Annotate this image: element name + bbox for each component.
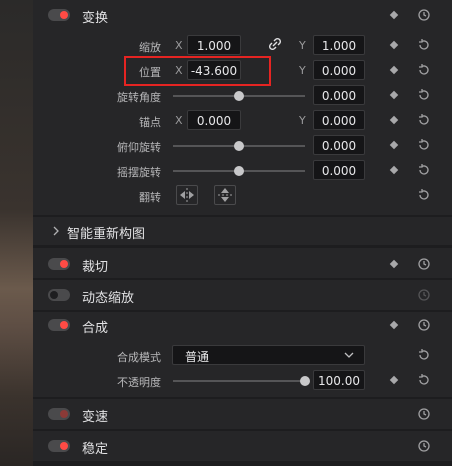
yaw-label: 摇摆旋转 bbox=[117, 166, 161, 179]
zoom-y-axis: Y bbox=[299, 39, 306, 52]
dynamic-zoom-reset-icon[interactable] bbox=[417, 288, 431, 302]
anchor-label: 锚点 bbox=[139, 116, 161, 129]
yaw-reset-icon[interactable] bbox=[417, 163, 431, 177]
pitch-label: 俯仰旋转 bbox=[117, 141, 161, 154]
transform-section bbox=[33, 0, 452, 215]
flip-label: 翻转 bbox=[139, 191, 161, 204]
speed-change-title: 变速 bbox=[82, 410, 109, 425]
opacity-field[interactable]: 100.00 bbox=[313, 370, 365, 390]
pitch-slider[interactable] bbox=[173, 141, 305, 151]
yaw-field[interactable]: 0.000 bbox=[313, 160, 365, 180]
zoom-reset-icon[interactable] bbox=[417, 38, 431, 52]
composite-reset-icon[interactable] bbox=[417, 318, 431, 332]
stabilize-reset-icon[interactable] bbox=[417, 439, 431, 453]
viewer-image-strip bbox=[0, 0, 33, 466]
opacity-reset-icon[interactable] bbox=[417, 373, 431, 387]
opacity-label: 不透明度 bbox=[117, 376, 161, 389]
anchor-x-field[interactable]: 0.000 bbox=[187, 110, 241, 130]
stabilize-title: 稳定 bbox=[82, 442, 109, 457]
anchor-x-axis: X bbox=[175, 114, 183, 127]
link-icon[interactable] bbox=[268, 37, 282, 51]
anchor-y-field[interactable]: 0.000 bbox=[313, 110, 365, 130]
pitch-field[interactable]: 0.000 bbox=[313, 135, 365, 155]
speed-change-reset-icon[interactable] bbox=[417, 407, 431, 421]
crop-toggle[interactable] bbox=[48, 258, 70, 270]
zoom-label: 缩放 bbox=[139, 41, 161, 54]
zoom-x-axis: X bbox=[175, 39, 183, 52]
transform-title: 变换 bbox=[82, 11, 109, 26]
speed-change-toggle[interactable] bbox=[48, 408, 70, 420]
composite-toggle[interactable] bbox=[48, 319, 70, 331]
flip-reset-icon[interactable] bbox=[417, 188, 431, 202]
transform-reset-icon[interactable] bbox=[417, 8, 431, 22]
composite-mode-dropdown[interactable]: 普通 bbox=[172, 345, 365, 365]
transform-toggle[interactable] bbox=[48, 9, 70, 21]
chevron-right-icon[interactable] bbox=[52, 226, 60, 236]
position-y-axis: Y bbox=[299, 64, 306, 77]
rotation-reset-icon[interactable] bbox=[417, 88, 431, 102]
position-reset-icon[interactable] bbox=[417, 63, 431, 77]
zoom-x-field[interactable]: 1.000 bbox=[187, 35, 241, 55]
flip-horizontal-button[interactable] bbox=[176, 185, 198, 205]
dynamic-zoom-toggle[interactable] bbox=[48, 289, 70, 301]
flip-horizontal-icon bbox=[180, 188, 194, 202]
rotation-slider[interactable] bbox=[173, 91, 305, 101]
pitch-reset-icon[interactable] bbox=[417, 138, 431, 152]
crop-reset-icon[interactable] bbox=[417, 257, 431, 271]
flip-vertical-button[interactable] bbox=[214, 185, 236, 205]
rotation-field[interactable]: 0.000 bbox=[313, 85, 365, 105]
position-y-field[interactable]: 0.000 bbox=[313, 60, 365, 80]
zoom-y-field[interactable]: 1.000 bbox=[313, 35, 365, 55]
flip-vertical-icon bbox=[218, 188, 232, 202]
composite-mode-label: 合成模式 bbox=[117, 351, 161, 364]
composite-title: 合成 bbox=[82, 321, 109, 336]
anchor-y-axis: Y bbox=[299, 114, 306, 127]
composite-mode-reset-icon[interactable] bbox=[417, 348, 431, 362]
position-highlight-box bbox=[124, 56, 271, 86]
dynamic-zoom-title: 动态缩放 bbox=[82, 291, 135, 306]
rotation-label: 旋转角度 bbox=[117, 91, 161, 104]
chevron-down-icon bbox=[344, 352, 354, 358]
smart-reframe-title: 智能重新构图 bbox=[67, 227, 146, 242]
opacity-slider[interactable] bbox=[173, 376, 310, 386]
crop-title: 裁切 bbox=[82, 260, 109, 275]
yaw-slider[interactable] bbox=[173, 166, 305, 176]
stabilize-toggle[interactable] bbox=[48, 440, 70, 452]
composite-mode-value: 普通 bbox=[185, 350, 210, 364]
anchor-reset-icon[interactable] bbox=[417, 113, 431, 127]
